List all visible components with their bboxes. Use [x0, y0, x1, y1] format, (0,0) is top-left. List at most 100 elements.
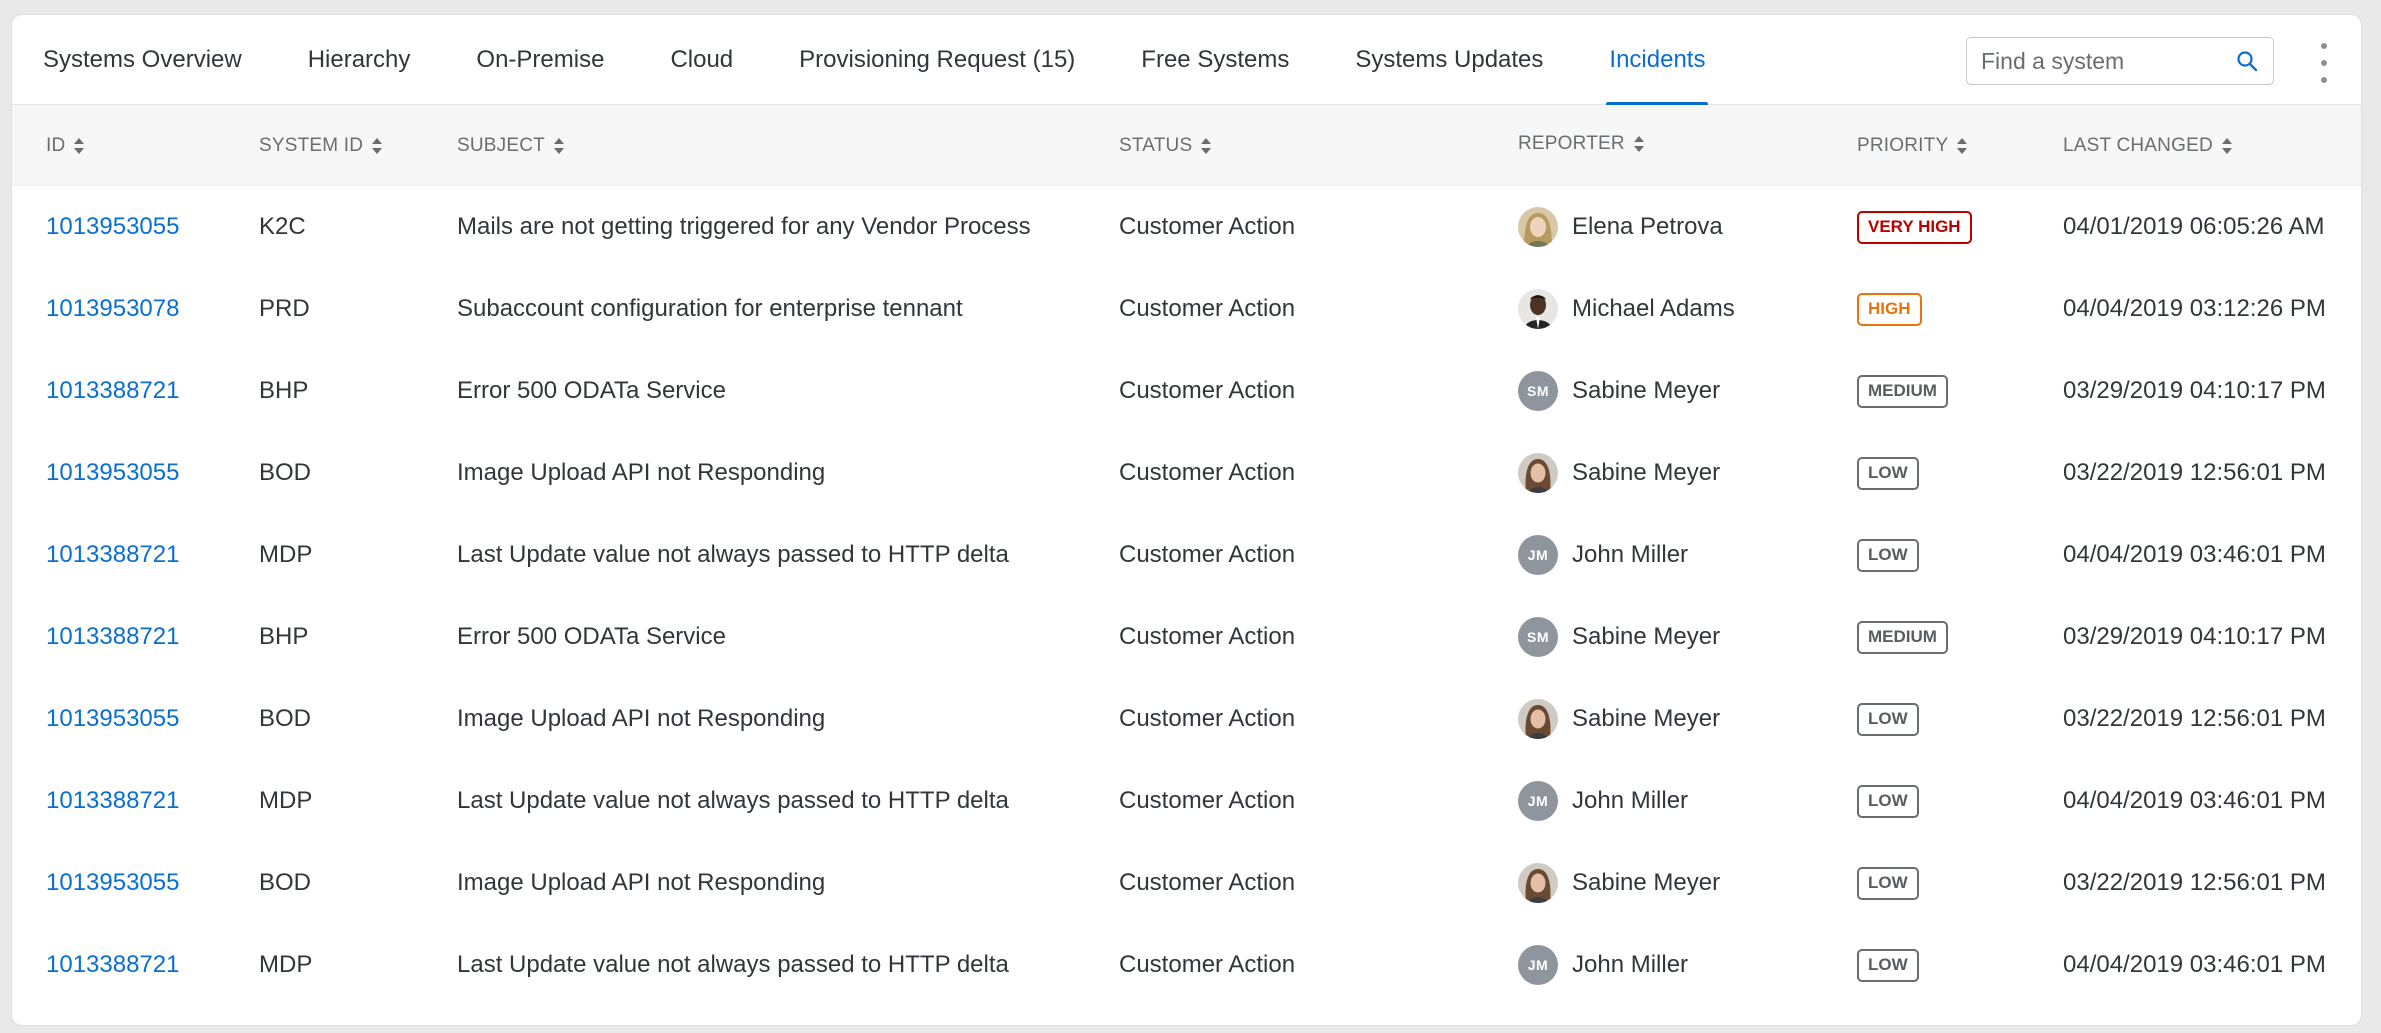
column-header-last-changed[interactable]: LAST CHANGED: [2063, 105, 2233, 186]
avatar-initials: JM: [1518, 945, 1558, 985]
subject-cell: Last Update value not always passed to H…: [457, 787, 1009, 814]
incident-id-link[interactable]: 1013388721: [46, 514, 179, 596]
last-changed-cell: 03/29/2019 04:10:17 PM: [2063, 623, 2326, 650]
tab-cloud[interactable]: Cloud: [670, 15, 733, 105]
incident-id-link[interactable]: 1013388721: [46, 760, 179, 842]
avatar: [1518, 453, 1558, 493]
incident-id-link[interactable]: 1013388721: [46, 924, 179, 1006]
table-row[interactable]: 1013388721 MDP Last Update value not alway…: [12, 514, 2361, 596]
reporter-cell: Elena Petrova: [1518, 186, 1723, 268]
priority-badge: VERY HIGH: [1857, 210, 1972, 244]
column-header-reporter[interactable]: REPORTER: [1518, 103, 1645, 184]
column-header-id[interactable]: ID: [46, 105, 85, 186]
avatar: [1518, 289, 1558, 329]
system-id-cell: BOD: [259, 459, 312, 486]
priority-badge: LOW: [1857, 866, 1919, 900]
tab-provisioning-request-15[interactable]: Provisioning Request (15): [799, 15, 1075, 105]
reporter-cell: Michael Adams: [1518, 268, 1735, 350]
sort-icon[interactable]: [553, 136, 565, 156]
column-header-subject[interactable]: SUBJECT: [457, 105, 565, 186]
reporter-cell: SM Sabine Meyer: [1518, 596, 1720, 678]
status-cell: Customer Action: [1119, 459, 1296, 486]
table-row[interactable]: 1013388721 BHP Error 500 ODATa Service Cust…: [12, 596, 2361, 678]
column-header-label: ID: [46, 134, 66, 156]
table-row[interactable]: 1013953055 BOD Image Upload API not Respon…: [12, 432, 2361, 514]
subject-cell: Last Update value not always passed to H…: [457, 541, 1009, 568]
priority-badge: LOW: [1857, 702, 1919, 736]
tab-systems-overview[interactable]: Systems Overview: [43, 15, 242, 105]
status-cell: Customer Action: [1119, 623, 1296, 650]
tab-incidents[interactable]: Incidents: [1606, 15, 1709, 106]
incident-id-link[interactable]: 1013953055: [46, 432, 179, 514]
status-cell: Customer Action: [1119, 951, 1296, 978]
tab-on-premise[interactable]: On-Premise: [476, 15, 604, 105]
table-row[interactable]: 1013388721 MDP Last Update value not alway…: [12, 924, 2361, 1006]
table-row[interactable]: 1013953078 PRD Subaccount configuration fo…: [12, 268, 2361, 350]
sort-icon[interactable]: [1633, 134, 1645, 154]
search-icon[interactable]: [2235, 49, 2259, 73]
sort-icon[interactable]: [2221, 136, 2233, 156]
priority-badge: LOW: [1857, 538, 1919, 572]
tab-bar: Systems Overview Hierarchy On-Premise Cloud…: [12, 15, 2361, 106]
priority-badge: MEDIUM: [1857, 620, 1948, 654]
reporter-cell: JM John Miller: [1518, 760, 1688, 842]
table-row[interactable]: 1013388721 MDP Last Update value not alway…: [12, 760, 2361, 842]
sort-icon[interactable]: [73, 136, 85, 156]
reporter-name: Sabine Meyer: [1572, 377, 1721, 404]
system-id-cell: BHP: [259, 377, 309, 404]
system-id-cell: PRD: [259, 295, 310, 322]
table-row[interactable]: 1013953055 BOD Image Upload API not Respon…: [12, 678, 2361, 760]
column-header-label: SUBJECT: [457, 134, 545, 156]
subject-cell: Image Upload API not Responding: [457, 459, 826, 486]
reporter-cell: JM John Miller: [1518, 924, 1688, 1006]
incident-id-link[interactable]: 1013953055: [46, 186, 179, 268]
priority-cell: LOW: [1857, 760, 1919, 842]
reporter-name: Sabine Meyer: [1572, 623, 1721, 650]
avatar-initials: JM: [1518, 535, 1558, 575]
tab-free-systems[interactable]: Free Systems: [1141, 15, 1289, 105]
table-row[interactable]: 1013953055 K2C Mails are not getting trigg…: [12, 186, 2361, 268]
priority-badge: LOW: [1857, 948, 1919, 982]
system-id-cell: MDP: [259, 787, 313, 814]
reporter-name: John Miller: [1572, 951, 1689, 978]
reporter-name: John Miller: [1572, 787, 1689, 814]
status-cell: Customer Action: [1119, 213, 1296, 240]
table-row[interactable]: 1013388721 BHP Error 500 ODATa Service Cust…: [12, 350, 2361, 432]
column-header-status[interactable]: STATUS: [1119, 105, 1212, 186]
reporter-cell: JM John Miller: [1518, 514, 1688, 596]
avatar-initials: JM: [1518, 781, 1558, 821]
reporter-name: Elena Petrova: [1572, 213, 1723, 240]
search-input[interactable]: [1967, 38, 2217, 84]
search-field[interactable]: [1966, 37, 2274, 85]
column-header-priority[interactable]: PRIORITY: [1857, 105, 1968, 186]
avatar-initials: SM: [1518, 617, 1558, 657]
incident-id-link[interactable]: 1013388721: [46, 596, 179, 678]
sort-icon[interactable]: [1956, 136, 1968, 156]
overflow-menu-icon[interactable]: [2318, 43, 2330, 83]
tab-hierarchy[interactable]: Hierarchy: [308, 15, 411, 105]
last-changed-cell: 04/04/2019 03:12:26 PM: [2063, 295, 2326, 322]
table-row[interactable]: 1013953055 BOD Image Upload API not Respon…: [12, 842, 2361, 924]
last-changed-cell: 03/22/2019 12:56:01 PM: [2063, 705, 2326, 732]
column-header-label: PRIORITY: [1857, 134, 1949, 156]
incident-id-link[interactable]: 1013953055: [46, 842, 179, 924]
sort-icon[interactable]: [1200, 136, 1212, 156]
incident-id-link[interactable]: 1013953078: [46, 268, 179, 350]
system-id-cell: MDP: [259, 951, 313, 978]
subject-cell: Error 500 ODATa Service: [457, 377, 726, 404]
system-id-cell: BOD: [259, 869, 312, 896]
tab-systems-updates[interactable]: Systems Updates: [1355, 15, 1543, 105]
status-cell: Customer Action: [1119, 295, 1296, 322]
reporter-cell: Sabine Meyer: [1518, 432, 1720, 514]
incident-id-link[interactable]: 1013388721: [46, 350, 179, 432]
column-header-system-id[interactable]: SYSTEM ID: [259, 105, 383, 186]
avatar: [1518, 699, 1558, 739]
system-id-cell: BHP: [259, 623, 309, 650]
priority-cell: LOW: [1857, 678, 1919, 760]
sort-icon[interactable]: [371, 136, 383, 156]
priority-badge: HIGH: [1857, 292, 1922, 326]
reporter-name: Sabine Meyer: [1572, 459, 1721, 486]
incident-id-link[interactable]: 1013953055: [46, 678, 179, 760]
priority-cell: LOW: [1857, 514, 1919, 596]
last-changed-cell: 03/22/2019 12:56:01 PM: [2063, 459, 2326, 486]
